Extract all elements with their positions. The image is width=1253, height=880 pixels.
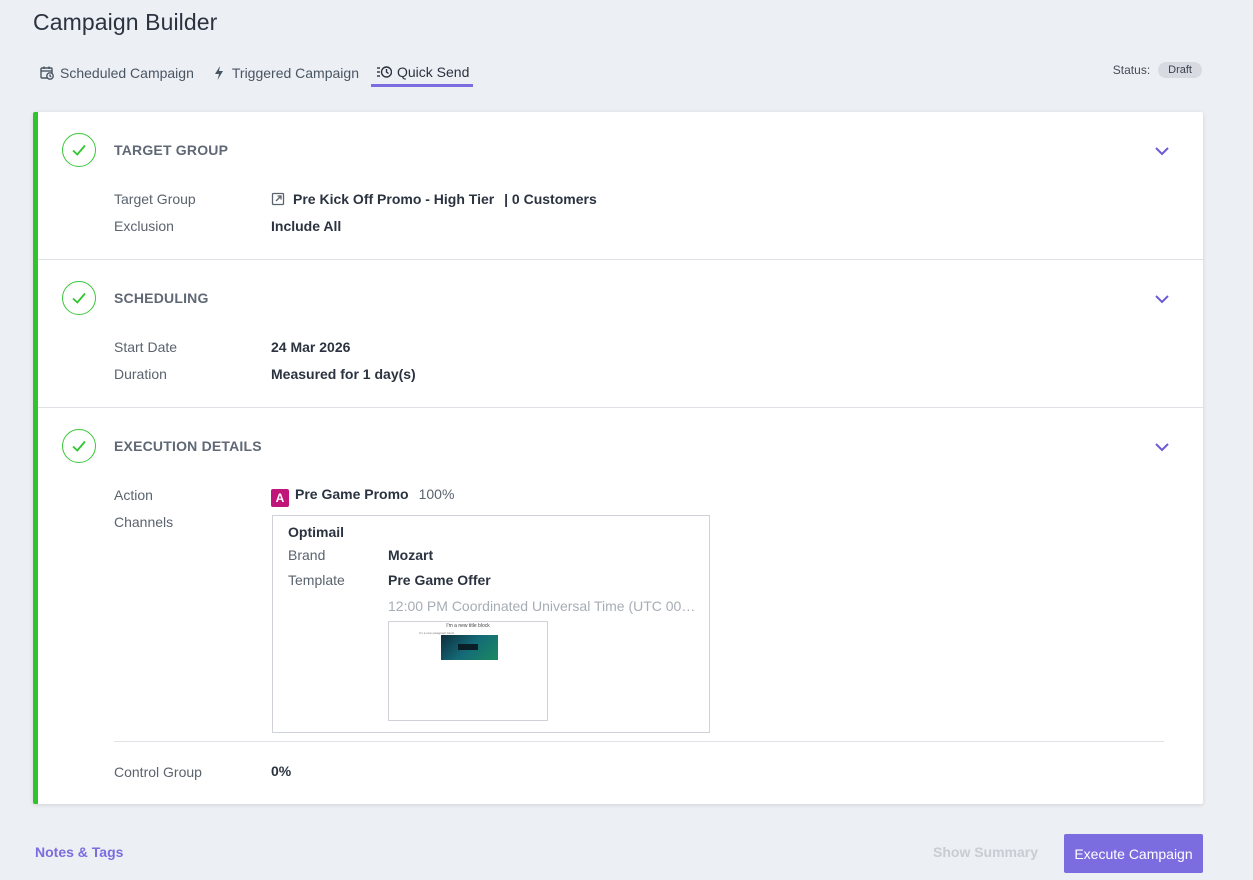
tab-label: Triggered Campaign [231, 65, 359, 81]
campaign-summary-card: TARGET GROUP Target Group Pre Kick Off P… [33, 112, 1203, 804]
brand-label: Brand [288, 547, 326, 563]
template-thumbnail[interactable]: I'm a new title block I'm a new paragrap… [388, 621, 548, 721]
tab-scheduled-campaign[interactable]: Scheduled Campaign [36, 56, 198, 86]
action-name: Pre Game Promo [295, 486, 409, 502]
check-circle-icon [62, 429, 96, 463]
execute-campaign-button[interactable]: Execute Campaign [1064, 834, 1203, 873]
template-value: Pre Game Offer [388, 572, 491, 588]
action-badge: A [271, 489, 289, 507]
notes-tags-link[interactable]: Notes & Tags [35, 844, 123, 860]
tab-label: Scheduled Campaign [60, 65, 194, 81]
action-percent: 100% [418, 486, 455, 502]
control-group-divider [114, 741, 1164, 742]
channel-name: Optimail [288, 524, 345, 540]
tab-quick-send[interactable]: Quick Send [370, 56, 474, 87]
calendar-clock-icon [40, 66, 54, 80]
chevron-down-icon[interactable] [1153, 438, 1171, 456]
section-title: EXECUTION DETAILS [114, 438, 262, 454]
thumbnail-banner-image [441, 635, 498, 660]
page-title: Campaign Builder [33, 9, 218, 35]
control-group-label: Control Group [114, 764, 202, 780]
channel-card: Optimail Brand Mozart Template Pre Game … [272, 515, 710, 733]
execution-details-section: EXECUTION DETAILS Action A Pre Game Promo… [38, 112, 1203, 804]
action-label: Action [114, 487, 153, 503]
lightning-icon [214, 66, 223, 80]
list-clock-icon [376, 66, 392, 78]
tab-label: Quick Send [396, 64, 470, 80]
section-divider [38, 407, 1203, 408]
status-badge: Draft [1158, 62, 1202, 78]
tab-triggered-campaign[interactable]: Triggered Campaign [208, 56, 363, 86]
send-time: 12:00 PM Coordinated Universal Time (UTC… [388, 598, 696, 614]
control-group-value: 0% [271, 763, 292, 779]
campaign-type-tabs: Scheduled Campaign Triggered Campaign Qu… [36, 56, 483, 88]
show-summary-button[interactable]: Show Summary [933, 844, 1038, 860]
channels-label: Channels [114, 514, 174, 530]
template-label: Template [288, 572, 345, 588]
action-value: A Pre Game Promo 100% [271, 486, 454, 507]
status-label: Status: [1112, 63, 1151, 77]
brand-value: Mozart [388, 547, 434, 563]
campaign-status: Status: Draft [1113, 62, 1202, 78]
thumbnail-title: I'm a new title block [446, 623, 490, 629]
